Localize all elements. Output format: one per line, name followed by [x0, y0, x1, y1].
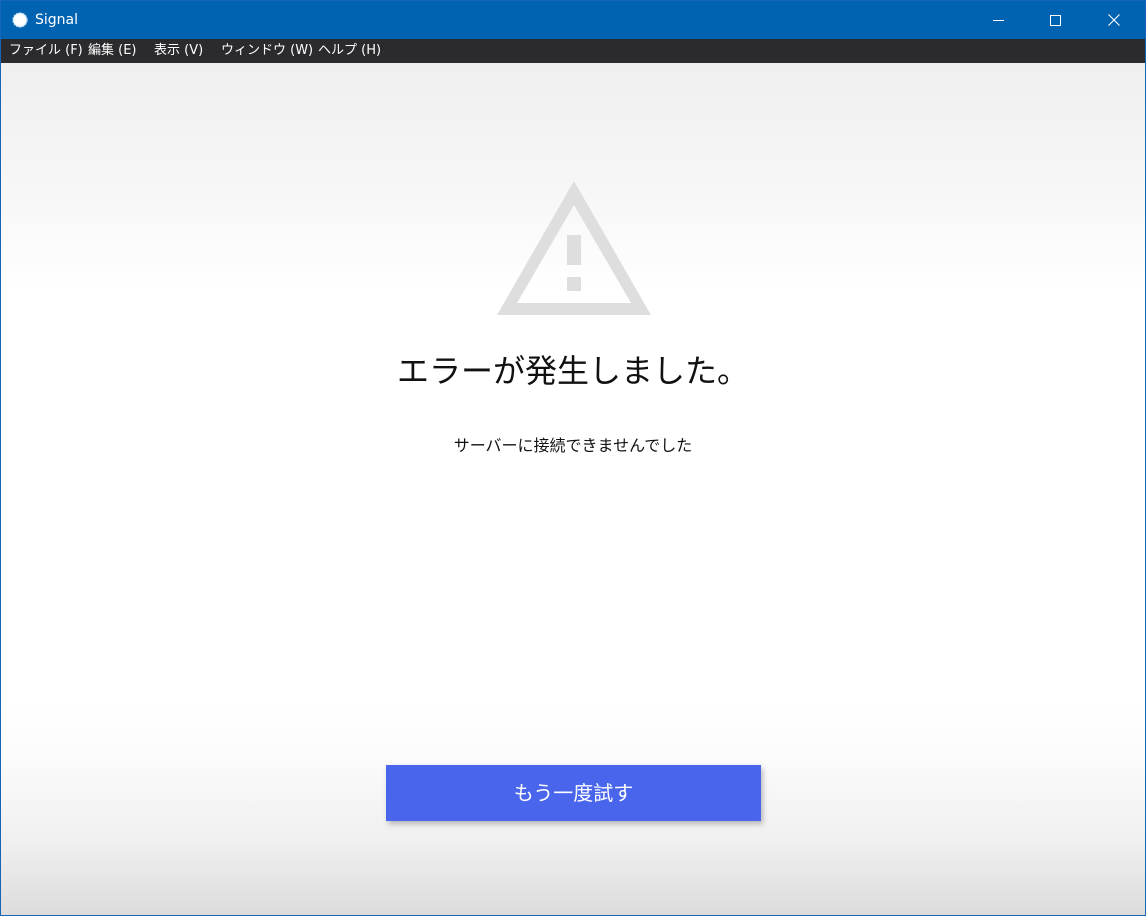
minimize-button[interactable] [975, 1, 1021, 39]
minimize-icon [992, 11, 1004, 30]
menu-file[interactable]: ファイル (F) [9, 43, 83, 59]
error-screen: エラーが発生しました。 サーバーに接続できませんでした もう一度試す [1, 63, 1145, 915]
maximize-button[interactable] [1032, 1, 1078, 39]
retry-button[interactable]: もう一度試す [386, 765, 761, 821]
menu-view[interactable]: 表示 (V) [154, 43, 203, 59]
menu-bar: ファイル (F) 編集 (E) 表示 (V) ウィンドウ (W) ヘルプ (H) [1, 39, 1145, 63]
app-window: Signal ファイル (F) 編集 (E) 表示 (V) ウィンドウ (W) … [0, 0, 1146, 916]
maximize-icon [1049, 11, 1061, 30]
warning-icon [497, 181, 651, 315]
window-title: Signal [35, 12, 79, 28]
menu-edit[interactable]: 編集 (E) [88, 43, 137, 59]
close-button[interactable] [1091, 1, 1137, 39]
menu-help[interactable]: ヘルプ (H) [318, 43, 381, 59]
close-icon [1108, 11, 1120, 30]
menu-window[interactable]: ウィンドウ (W) [221, 43, 313, 59]
error-title: エラーが発生しました。 [396, 352, 749, 390]
signal-logo-icon [12, 12, 28, 28]
title-bar[interactable]: Signal [1, 1, 1145, 39]
error-message: サーバーに接続できませんでした [453, 436, 693, 455]
